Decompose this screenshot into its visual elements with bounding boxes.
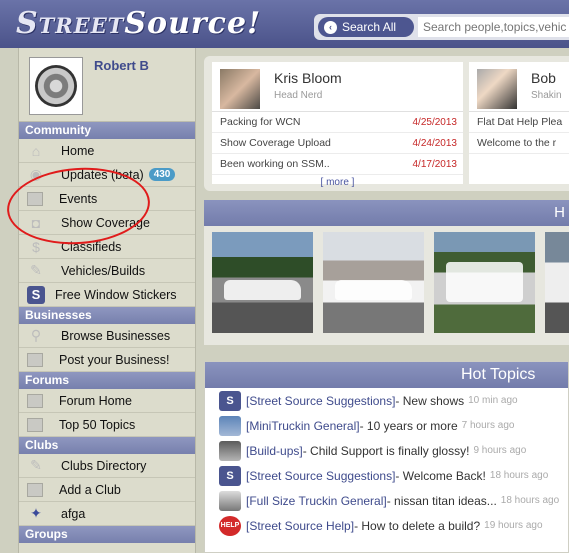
chevron-left-icon: ‹ <box>324 20 337 34</box>
photo-thumbnail[interactable] <box>545 232 569 333</box>
sidebar-item-home[interactable]: ⌂ Home <box>19 139 195 163</box>
hot-topics-header: Hot Topics <box>205 362 568 388</box>
photos-panel-header: H <box>204 200 569 226</box>
minitruck-icon <box>219 415 241 436</box>
sidebar-item-clubs-directory[interactable]: ✎ Clubs Directory <box>19 454 195 478</box>
sidebar-item-top-50-topics[interactable]: Top 50 Topics <box>19 413 195 437</box>
staff-post-link[interactable]: Show Coverage Upload 4/24/2013 <box>212 133 463 154</box>
staff-photo[interactable] <box>477 69 517 109</box>
wheel-image <box>35 65 77 107</box>
sidebar: Robert B Community ⌂ Home ◉ Updates (bet… <box>18 48 196 553</box>
sidebar-item-forum-home[interactable]: Forum Home <box>19 389 195 413</box>
globe-icon: ◉ <box>29 166 43 182</box>
staff-post-link[interactable]: Been working on SSM.. 4/17/2013 <box>212 154 463 175</box>
monitor-icon <box>27 417 43 432</box>
site-header: StreetSource! ‹ Search All <box>0 0 569 48</box>
staff-card-header: Bob Shakin <box>469 62 569 112</box>
site-logo[interactable]: StreetSource! <box>16 6 261 41</box>
staff-card-header: Kris Bloom Head Nerd <box>212 62 463 112</box>
sidebar-item-add-club[interactable]: Add a Club <box>19 478 195 502</box>
search-icon: ⚲ <box>30 327 42 343</box>
photo-thumbnail[interactable] <box>323 232 424 333</box>
wrench-icon: ✎ <box>30 262 42 278</box>
sidebar-item-browse-businesses[interactable]: ⚲ Browse Businesses <box>19 324 195 348</box>
hot-topic-item[interactable]: S [Street Source Suggestions] - Welcome … <box>205 463 568 488</box>
search-input[interactable] <box>418 17 569 37</box>
club-logo-icon: ✦ <box>30 505 42 521</box>
fullsize-truck-icon <box>219 490 241 511</box>
sidebar-item-events[interactable]: Events <box>19 187 195 211</box>
photo-thumbnail[interactable] <box>434 232 535 333</box>
dollar-icon: $ <box>32 238 40 255</box>
section-header-groups: Groups <box>19 526 195 543</box>
staff-card: Kris Bloom Head Nerd Packing for WCN 4/2… <box>212 62 463 188</box>
staff-role: Head Nerd <box>274 90 323 101</box>
more-link[interactable]: [ more ] <box>212 177 463 188</box>
help-icon: HELP <box>219 515 241 536</box>
camera-icon: ◘ <box>31 214 41 231</box>
staff-post-link[interactable]: Welcome to the r <box>469 133 569 154</box>
wrench-icon: ✎ <box>30 457 42 473</box>
sidebar-item-show-coverage[interactable]: ◘ Show Coverage <box>19 211 195 235</box>
streetsource-icon: S <box>27 285 45 304</box>
sidebar-item-classifieds[interactable]: $ Classifieds <box>19 235 195 259</box>
username-link[interactable]: Robert B <box>94 58 149 73</box>
streetsource-icon: S <box>219 465 241 486</box>
updates-count-badge: 430 <box>148 168 176 181</box>
van-image <box>446 262 523 302</box>
main-content: Kris Bloom Head Nerd Packing for WCN 4/2… <box>196 48 569 553</box>
avatar[interactable] <box>29 57 83 115</box>
staff-photo[interactable] <box>220 69 260 109</box>
streetsource-icon: S <box>219 390 241 411</box>
hot-topic-item[interactable]: HELP [Street Source Help] - How to delet… <box>205 513 568 538</box>
sidebar-item-updates[interactable]: ◉ Updates (beta) 430 <box>19 163 195 187</box>
sidebar-item-vehicles-builds[interactable]: ✎ Vehicles/Builds <box>19 259 195 283</box>
sidebar-item-post-business[interactable]: Post your Business! <box>19 348 195 372</box>
hot-topics-panel: Hot Topics S [Street Source Suggestions]… <box>204 361 569 553</box>
section-header-clubs: Clubs <box>19 437 195 454</box>
staff-card: Bob Shakin Flat Dat Help Plea Welcome to… <box>469 62 569 184</box>
profile-box: Robert B <box>19 48 195 122</box>
section-header-businesses: Businesses <box>19 307 195 324</box>
hot-topic-item[interactable]: [Build-ups] - Child Support is finally g… <box>205 438 568 463</box>
search-all-button[interactable]: ‹ Search All <box>318 17 414 37</box>
hot-topic-item[interactable]: [MiniTruckin General] - 10 years or more… <box>205 413 568 438</box>
staff-post-link[interactable]: Packing for WCN 4/25/2013 <box>212 112 463 133</box>
staff-name[interactable]: Kris Bloom <box>274 70 342 86</box>
section-header-forums: Forums <box>19 372 195 389</box>
hot-topic-item[interactable]: S [Street Source Suggestions] - New show… <box>205 388 568 413</box>
plus-icon <box>27 482 43 497</box>
photos-panel: H <box>204 200 569 345</box>
section-header-community: Community <box>19 122 195 139</box>
hot-topic-item[interactable]: [Full Size Truckin General] - nissan tit… <box>205 488 568 513</box>
sidebar-item-afga[interactable]: ✦ afga <box>19 502 195 526</box>
sidebar-item-window-stickers[interactable]: S Free Window Stickers <box>19 283 195 307</box>
staff-post-link[interactable]: Flat Dat Help Plea <box>469 112 569 133</box>
calendar-icon <box>27 191 43 206</box>
home-icon: ⌂ <box>31 142 41 159</box>
monitor-icon <box>27 393 43 408</box>
car-image <box>335 280 412 300</box>
photo-thumbnail[interactable] <box>212 232 313 333</box>
staff-name[interactable]: Bob <box>531 70 556 86</box>
plus-icon <box>27 352 43 367</box>
truck-image <box>224 280 301 300</box>
buildups-icon <box>219 440 241 461</box>
staff-cards-panel: Kris Bloom Head Nerd Packing for WCN 4/2… <box>204 56 569 191</box>
staff-role: Shakin <box>531 90 562 101</box>
search-bar: ‹ Search All <box>314 14 569 40</box>
